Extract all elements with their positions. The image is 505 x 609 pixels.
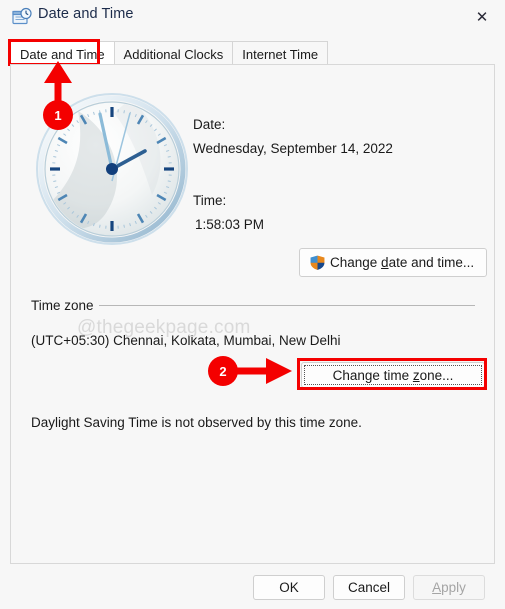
daylight-saving-text: Daylight Saving Time is not observed by …: [31, 415, 362, 430]
time-zone-group-title: Time zone: [31, 298, 94, 313]
group-divider: [99, 305, 475, 306]
time-label: Time:: [193, 193, 227, 208]
apply-label-rest: pply: [441, 580, 466, 595]
change-time-zone-button[interactable]: Change time zone...: [301, 362, 485, 388]
date-time-icon: [12, 7, 32, 25]
shield-icon: [309, 254, 326, 271]
date-label: Date:: [193, 117, 226, 132]
tab-label: Internet Time: [242, 46, 319, 62]
annotation-badge-1: 1: [43, 100, 73, 130]
close-icon[interactable]: ✕: [459, 0, 505, 33]
cancel-button[interactable]: Cancel: [333, 575, 405, 600]
tab-label: Additional Clocks: [123, 46, 224, 62]
ok-button[interactable]: OK: [253, 575, 325, 600]
annotation-badge-2: 2: [208, 356, 238, 386]
focus-ring: [304, 365, 482, 385]
time-value: 1:58:03 PM: [195, 217, 265, 232]
time-zone-value: (UTC+05:30) Chennai, Kolkata, Mumbai, Ne…: [31, 333, 341, 348]
date-value: Wednesday, September 14, 2022: [193, 141, 393, 156]
window-title: Date and Time: [38, 6, 134, 22]
tab-internet-time[interactable]: Internet Time: [232, 41, 329, 65]
tab-additional-clocks[interactable]: Additional Clocks: [113, 41, 234, 65]
change-date-and-time-button[interactable]: Change date and time...: [299, 248, 487, 277]
apply-button[interactable]: Apply: [413, 575, 485, 600]
change-date-and-time-label: Change date and time...: [330, 255, 475, 270]
apply-accesskey: A: [432, 580, 442, 595]
annotation-arrow-2: [234, 358, 292, 384]
title-bar: Date and Time ✕: [0, 0, 505, 33]
date-and-time-panel: Date: Wednesday, September 14, 2022 Time…: [10, 64, 495, 564]
